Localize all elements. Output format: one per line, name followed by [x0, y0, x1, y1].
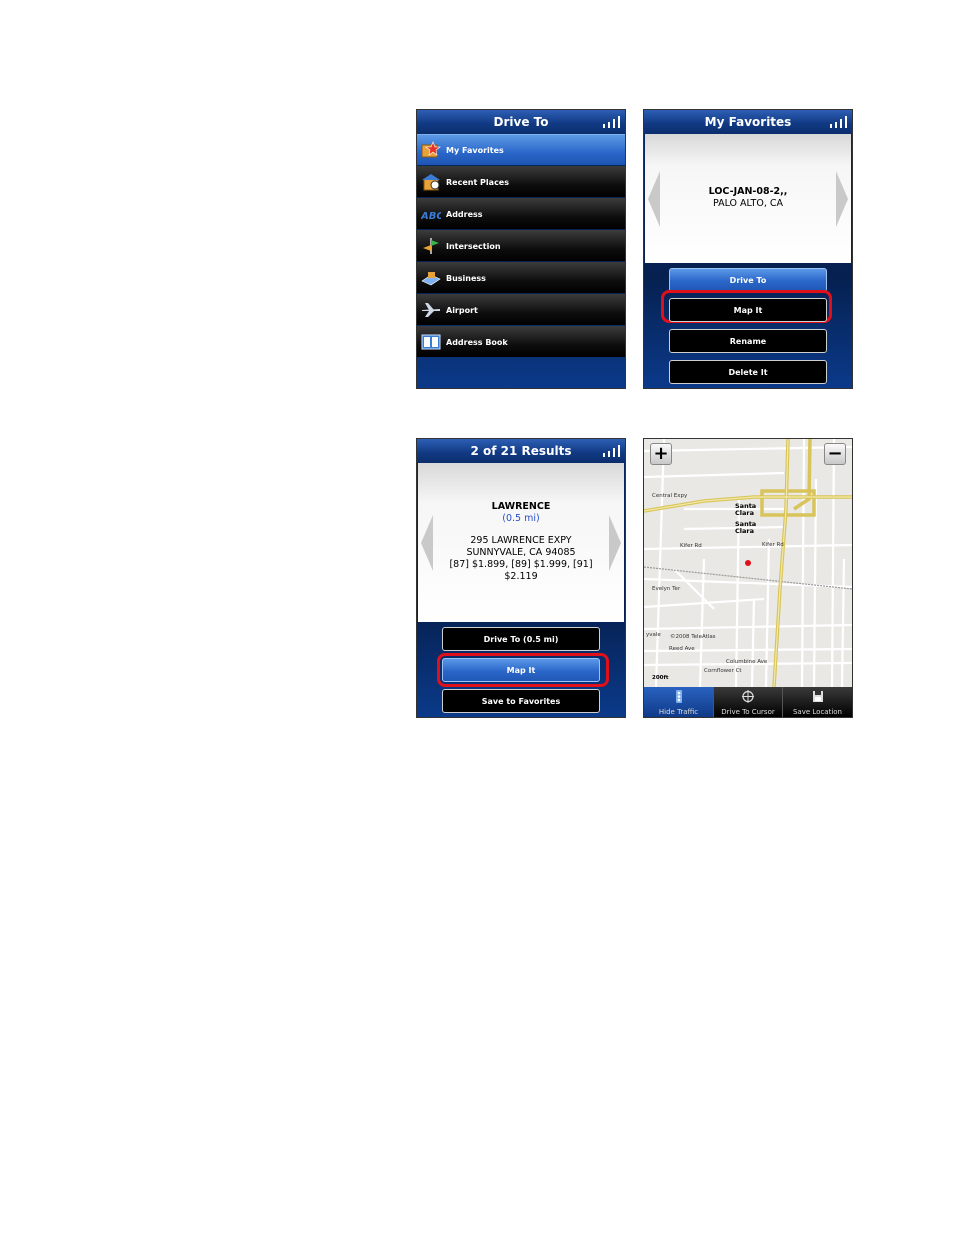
- title-bar: Drive To: [417, 110, 625, 134]
- map-copyright: ©2008 TeleAtlas: [670, 634, 716, 640]
- map-label: Columbine Ave: [726, 659, 768, 665]
- location-name: LOC-JAN-08-2,,: [708, 186, 788, 197]
- crosshair-icon: [742, 690, 754, 703]
- result-name: LAWRENCE: [491, 501, 551, 512]
- menu-item-business[interactable]: Business: [417, 262, 625, 293]
- traffic-light-icon: [675, 690, 682, 703]
- drive-to-screen: Drive To My Favorites Recent Places ABC …: [416, 109, 626, 389]
- menu-item-intersection[interactable]: Intersection: [417, 230, 625, 261]
- signal-icon: [601, 445, 621, 457]
- map-screen: Central Expy Santa Clara Santa Clara Kif…: [643, 438, 853, 718]
- map-label: Evelyn Ter: [652, 586, 681, 592]
- result-distance: (0.5 mi): [502, 513, 540, 524]
- drive-to-cursor-button[interactable]: Drive To Cursor: [713, 687, 782, 717]
- screen-title: 2 of 21 Results: [470, 444, 572, 458]
- map-toolbar: Hide Traffic Drive To Cursor Save Locati…: [644, 687, 852, 717]
- location-city: PALO ALTO, CA: [712, 198, 783, 209]
- svg-text:ABC: ABC: [421, 211, 441, 222]
- map-label: Santa Clara: [735, 502, 757, 517]
- drive-to-button[interactable]: Drive To (0.5 mi): [442, 627, 600, 651]
- zoom-in-button[interactable]: +: [650, 443, 672, 465]
- rename-button[interactable]: Rename: [669, 329, 827, 353]
- delete-it-button[interactable]: Delete It: [669, 360, 827, 384]
- location-card: LOC-JAN-08-2,, PALO ALTO, CA: [645, 134, 851, 263]
- result-address-line2: SUNNYVALE, CA 94085: [466, 547, 576, 558]
- result-card: LAWRENCE (0.5 mi) 295 LAWRENCE EXPY SUNN…: [418, 463, 624, 622]
- menu-item-my-favorites[interactable]: My Favorites: [417, 134, 625, 165]
- tab-label: Save Location: [792, 708, 842, 716]
- zoom-out-button[interactable]: −: [824, 443, 846, 465]
- map-label: yvale: [646, 632, 661, 638]
- airport-icon: [422, 303, 440, 317]
- map-label: Central Expy: [652, 493, 688, 499]
- menu-item-label: Address Book: [446, 338, 508, 347]
- result-address-line1: 295 LAWRENCE EXPY: [470, 535, 572, 546]
- result-prices-line2: $2.119: [504, 571, 538, 582]
- address-icon: ABC: [421, 211, 441, 222]
- map-it-button[interactable]: Map It: [442, 658, 600, 682]
- menu-item-recent-places[interactable]: Recent Places: [417, 166, 625, 197]
- map-label: Reed Ave: [669, 646, 695, 652]
- title-bar: My Favorites: [644, 110, 852, 134]
- map-it-button[interactable]: Map It: [669, 298, 827, 322]
- result-prices-line1: [87] $1.899, [89] $1.999, [91]: [449, 559, 593, 570]
- menu-item-label: Business: [446, 274, 486, 283]
- cursor-location-dot: [745, 560, 751, 566]
- drive-to-button[interactable]: Drive To: [669, 268, 827, 292]
- recent-places-icon: [422, 174, 440, 191]
- screen-title: Drive To: [493, 115, 549, 129]
- signal-icon: [828, 116, 848, 128]
- menu-item-label: My Favorites: [446, 146, 504, 155]
- business-icon: [421, 272, 441, 286]
- menu-item-label: Address: [446, 210, 483, 219]
- address-book-icon: [421, 334, 441, 350]
- map-scale: 200ft: [652, 675, 669, 681]
- favorites-icon: [421, 141, 441, 158]
- tab-label: Drive To Cursor: [721, 708, 775, 716]
- menu-item-label: Airport: [446, 306, 478, 315]
- map-label: Kifer Rd: [762, 542, 784, 548]
- intersection-icon: [423, 238, 439, 254]
- screen-title: My Favorites: [704, 115, 792, 129]
- title-bar: 2 of 21 Results: [417, 439, 625, 463]
- map-label: Santa Clara: [735, 520, 757, 535]
- results-screen: 2 of 21 Results LAWRENCE (0.5 mi) 295 LA…: [416, 438, 626, 718]
- map-label: Cornflower Ct: [704, 668, 742, 674]
- menu-item-address[interactable]: ABC Address: [417, 198, 625, 229]
- menu-item-address-book[interactable]: Address Book: [417, 326, 625, 357]
- save-location-button[interactable]: Save Location: [782, 687, 852, 717]
- save-to-favorites-button[interactable]: Save to Favorites: [442, 689, 600, 713]
- hide-traffic-button[interactable]: Hide Traffic: [644, 687, 713, 717]
- my-favorites-screen: My Favorites LOC-JAN-08-2,, PALO ALTO, C…: [643, 109, 853, 389]
- signal-icon: [601, 116, 621, 128]
- save-disk-icon: [812, 691, 823, 702]
- menu-item-airport[interactable]: Airport: [417, 294, 625, 325]
- map-label: Kifer Rd: [680, 543, 702, 549]
- menu-item-label: Intersection: [446, 242, 501, 251]
- menu-item-label: Recent Places: [446, 178, 509, 187]
- tab-label: Hide Traffic: [658, 708, 699, 716]
